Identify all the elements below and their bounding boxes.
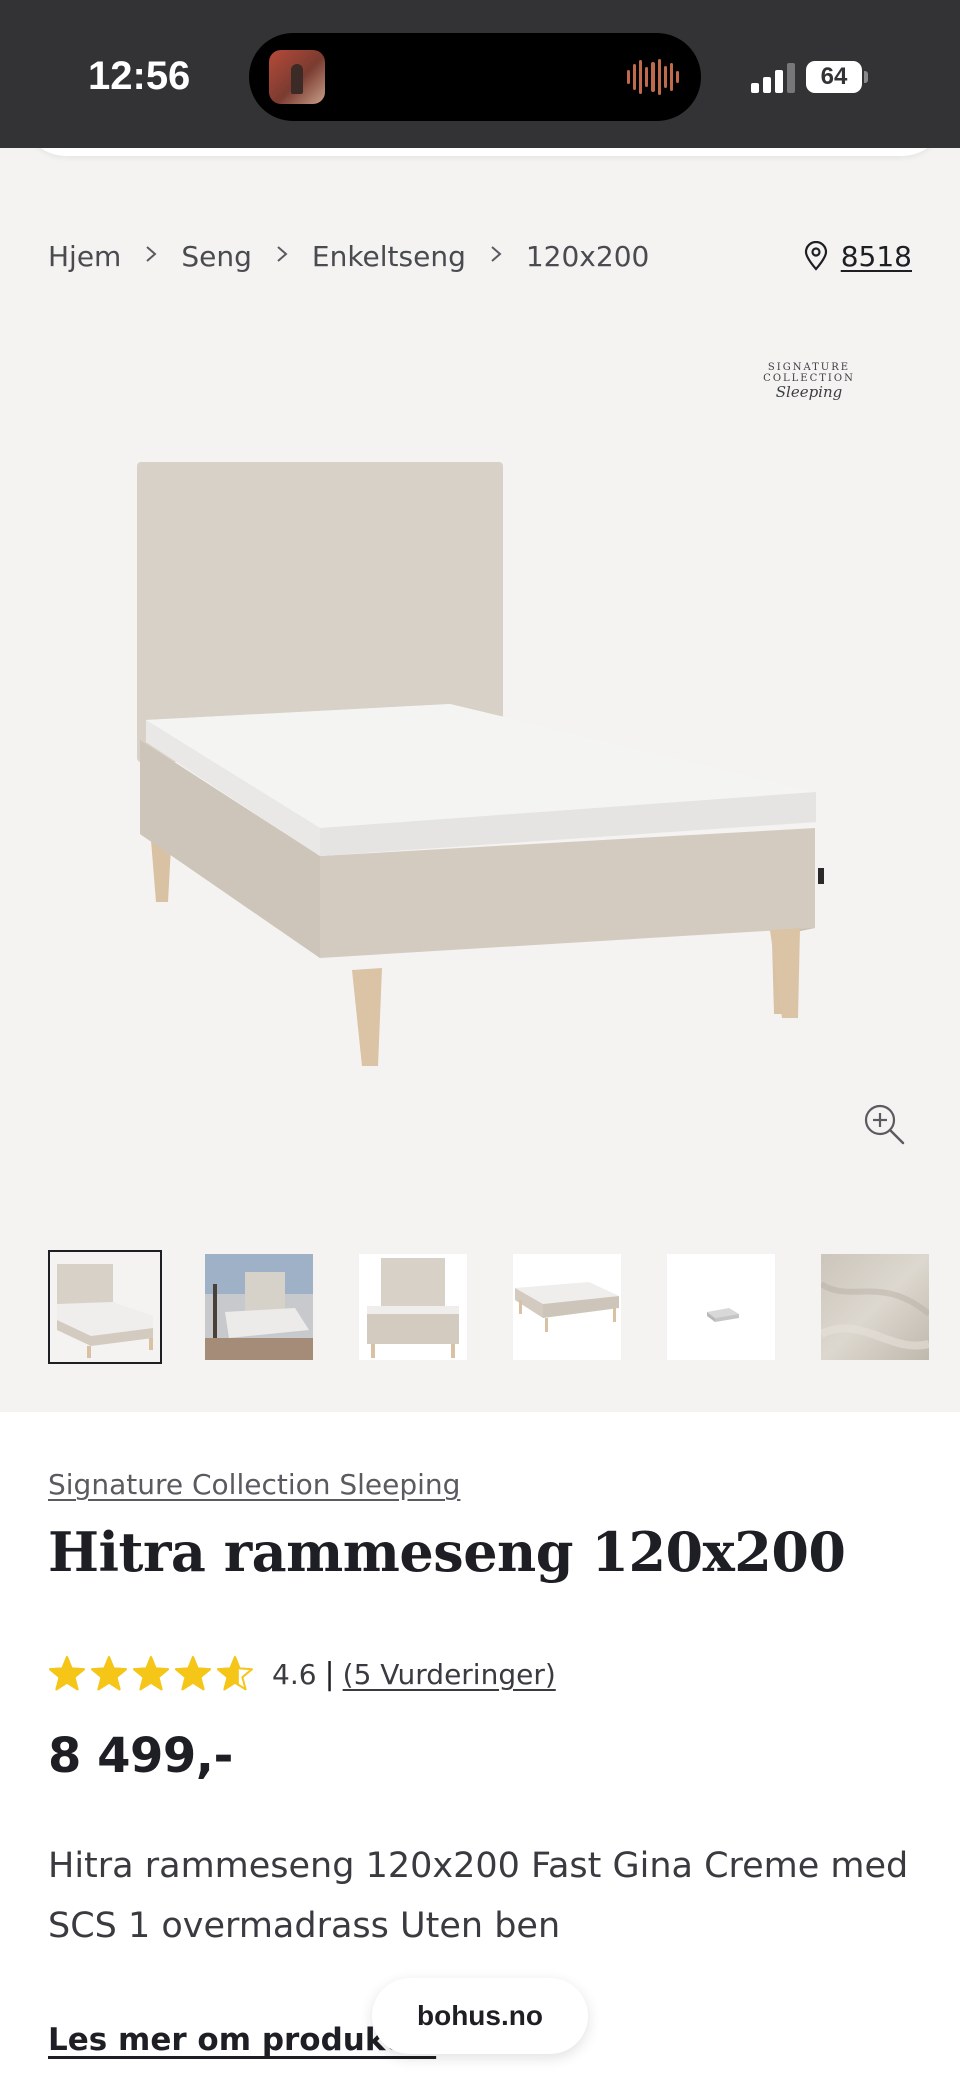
chevron-right-icon (121, 241, 181, 271)
product-price: 8 499,- (48, 1728, 233, 1784)
product-description: Hitra rammeseng 120x200 Fast Gina Creme … (48, 1846, 909, 1946)
chevron-right-icon (466, 241, 526, 271)
battery-tip (864, 71, 868, 83)
browser-url-pill[interactable]: bohus.no (372, 1978, 588, 2054)
zoom-in-icon[interactable] (862, 1102, 906, 1146)
thumbnail-6[interactable] (818, 1250, 932, 1364)
thumbnail-strip (48, 1250, 960, 1364)
rating-stars (48, 1655, 254, 1693)
brand-link[interactable]: Signature Collection Sleeping (48, 1468, 460, 1501)
breadcrumb-item-seng[interactable]: Seng (181, 240, 252, 273)
thumbnail-fabric-image (821, 1254, 929, 1360)
store-number[interactable]: 8518 (841, 240, 912, 273)
brand-logo-line1: SIGNATURE COLLECTION (763, 362, 855, 384)
brand-logo-line2: Sleeping (775, 383, 843, 401)
location-pin-icon (804, 241, 827, 271)
star-icon (133, 1656, 169, 1691)
product-image[interactable] (130, 458, 830, 1078)
audio-waveform-icon (627, 59, 679, 95)
store-selector[interactable]: 8518 (803, 236, 912, 276)
star-icon (217, 1656, 253, 1691)
status-time: 12:56 (88, 54, 191, 98)
thumbnail-1[interactable] (48, 1250, 162, 1364)
breadcrumb: Hjem Seng Enkeltseng 120x200 (48, 236, 649, 276)
breadcrumb-item-enkeltseng[interactable]: Enkeltseng (312, 240, 466, 273)
status-bar: 12:56 64 (0, 0, 960, 148)
thumbnail-bedroom-image (205, 1254, 313, 1360)
breadcrumb-item-hjem[interactable]: Hjem (48, 240, 121, 273)
rating-separator: | (324, 1656, 335, 1692)
reviews-link[interactable]: (5 Vurderinger) (343, 1658, 556, 1691)
thumbnail-4[interactable] (510, 1250, 624, 1364)
cellular-signal-icon (751, 63, 795, 93)
brand-logo: SIGNATURE COLLECTION Sleeping (726, 362, 892, 401)
thumbnail-3[interactable] (356, 1250, 470, 1364)
breadcrumb-item-size[interactable]: 120x200 (526, 240, 649, 273)
dynamic-island[interactable] (249, 33, 701, 121)
rating-row: 4.6 | (5 Vurderinger) (48, 1652, 556, 1696)
star-icon (91, 1656, 127, 1691)
thumbnail-2[interactable] (202, 1250, 316, 1364)
thumbnail-bed-front-image (359, 1254, 467, 1360)
product-title: Hitra rammeseng 120x200 (48, 1520, 846, 1584)
now-playing-artwork (269, 50, 325, 104)
thumbnail-5[interactable] (664, 1250, 778, 1364)
thumbnail-bed-angle-image (51, 1254, 159, 1360)
thumbnail-topper-image (667, 1254, 775, 1360)
battery-indicator: 64 (806, 61, 862, 93)
thumbnail-bed-side-image (513, 1254, 621, 1360)
rating-value: 4.6 (272, 1657, 317, 1691)
star-icon (175, 1656, 211, 1691)
star-icon (49, 1656, 85, 1691)
chevron-right-icon (252, 241, 312, 271)
